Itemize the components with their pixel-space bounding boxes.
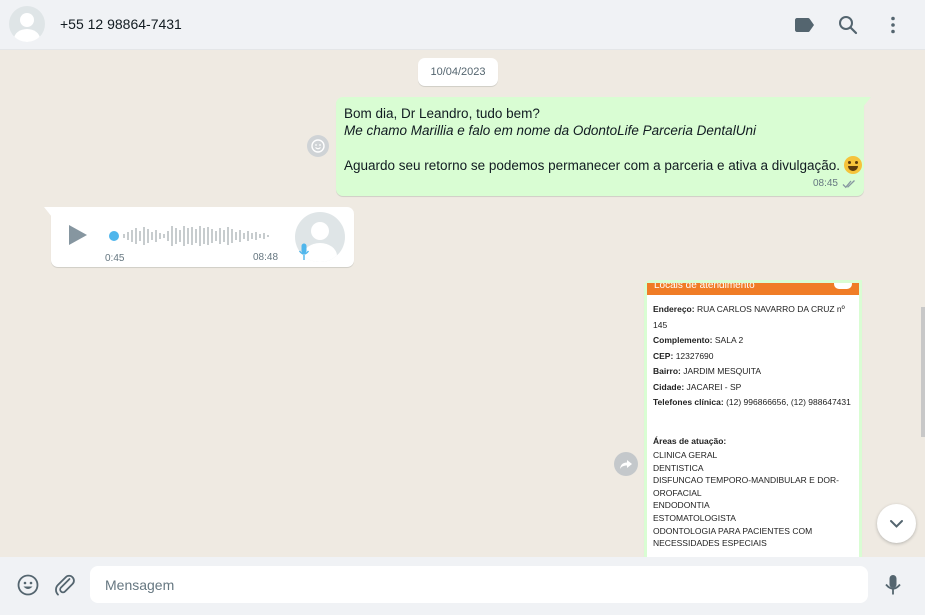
double-check-icon — [842, 179, 855, 188]
message-text-line: Me chamo Marillia e falo em nome da Odon… — [344, 123, 756, 138]
doc-field: Endereço: RUA CARLOS NAVARRO DA CRUZ nº … — [653, 304, 845, 330]
bubble-tail — [44, 207, 52, 217]
composer-bar — [0, 557, 925, 615]
bubble-tail — [861, 280, 862, 290]
attach-icon[interactable] — [53, 573, 77, 597]
contact-name[interactable]: +55 12 98864-7431 — [60, 16, 182, 32]
doc-field: Cidade: JACAREI - SP — [653, 381, 742, 392]
audio-waveform[interactable] — [109, 224, 271, 248]
message-text-line: Aguardo seu retorno se podemos permanece… — [344, 156, 863, 174]
chat-header: +55 12 98864-7431 — [0, 0, 925, 50]
smiley-icon — [311, 139, 325, 153]
doc-area-item: NECESSIDADES ESPECIAIS — [653, 538, 767, 549]
audio-progress-handle[interactable] — [109, 231, 119, 241]
message-meta: 08:45 — [813, 175, 856, 192]
play-icon[interactable] — [69, 225, 87, 245]
audio-duration: 0:45 — [105, 253, 125, 264]
forward-icon — [620, 460, 632, 469]
message-input[interactable] — [90, 566, 868, 603]
doc-area-item: DISFUNCAO TEMPORO-MANDIBULAR E DOR- — [653, 475, 839, 486]
doc-field: Complemento: SALA 2 — [653, 335, 744, 345]
doc-header: Locais de atendimento — [647, 283, 859, 295]
microphone-icon[interactable] — [881, 573, 905, 597]
image-content[interactable]: Locais de atendimento Endereço: RUA CARL… — [647, 283, 859, 557]
doc-body: Endereço: RUA CARLOS NAVARRO DA CRUZ nº … — [647, 295, 859, 550]
emoji-icon[interactable] — [16, 573, 40, 597]
doc-area-item: ENDODONTIA — [653, 500, 710, 511]
doc-field: Telefones clínica: (12) 996866656, (12) … — [653, 397, 851, 407]
doc-areas-list: CLINICA GERAL DENTISTICA DISFUNCAO TEMPO… — [653, 449, 853, 550]
voice-message[interactable]: 0:45 08:48 — [44, 207, 354, 267]
forward-button[interactable] — [614, 452, 638, 476]
label-icon[interactable] — [792, 13, 816, 37]
chevron-down-icon — [890, 520, 903, 528]
doc-areas-title: Áreas de atuação: — [653, 435, 727, 446]
scrollbar[interactable] — [921, 307, 925, 437]
image-message[interactable]: Locais de atendimento Endereço: RUA CARL… — [644, 280, 862, 557]
message-text-line: Bom dia, Dr Leandro, tudo bem? — [344, 106, 540, 121]
chat-panel: 10/04/2023 Bom dia, Dr Leandro, tudo bem… — [0, 51, 925, 557]
toggle-switch — [832, 283, 854, 291]
bubble-tail — [863, 97, 871, 107]
grinning-emoji-icon — [844, 156, 863, 174]
message-time: 08:48 — [253, 252, 279, 263]
doc-field: Bairro: JARDIM MESQUITA — [653, 366, 762, 376]
doc-header-title: Locais de atendimento — [654, 283, 755, 291]
reaction-button[interactable] — [307, 135, 329, 157]
doc-area-item: DENTISTICA — [653, 462, 704, 473]
doc-area-item: CLINICA GERAL — [653, 450, 718, 460]
doc-area-item: ODONTOLOGIA PARA PACIENTES COM — [653, 525, 813, 536]
more-options-icon[interactable] — [881, 13, 905, 37]
contact-avatar[interactable] — [9, 6, 45, 42]
outgoing-message[interactable]: Bom dia, Dr Leandro, tudo bem? Me chamo … — [336, 97, 871, 196]
doc-field: CEP: 12327690 — [653, 350, 714, 361]
doc-area-item: OROFACIAL — [653, 487, 702, 498]
message-time: 08:45 — [812, 178, 838, 189]
message-text: Aguardo seu retorno se podemos permanece… — [344, 158, 841, 173]
date-chip: 10/04/2023 — [418, 58, 498, 86]
doc-area-item: ESTOMATOLOGISTA — [653, 512, 736, 523]
microphone-icon — [298, 243, 310, 260]
scroll-to-bottom-button[interactable] — [877, 504, 916, 543]
search-icon[interactable] — [836, 13, 860, 37]
